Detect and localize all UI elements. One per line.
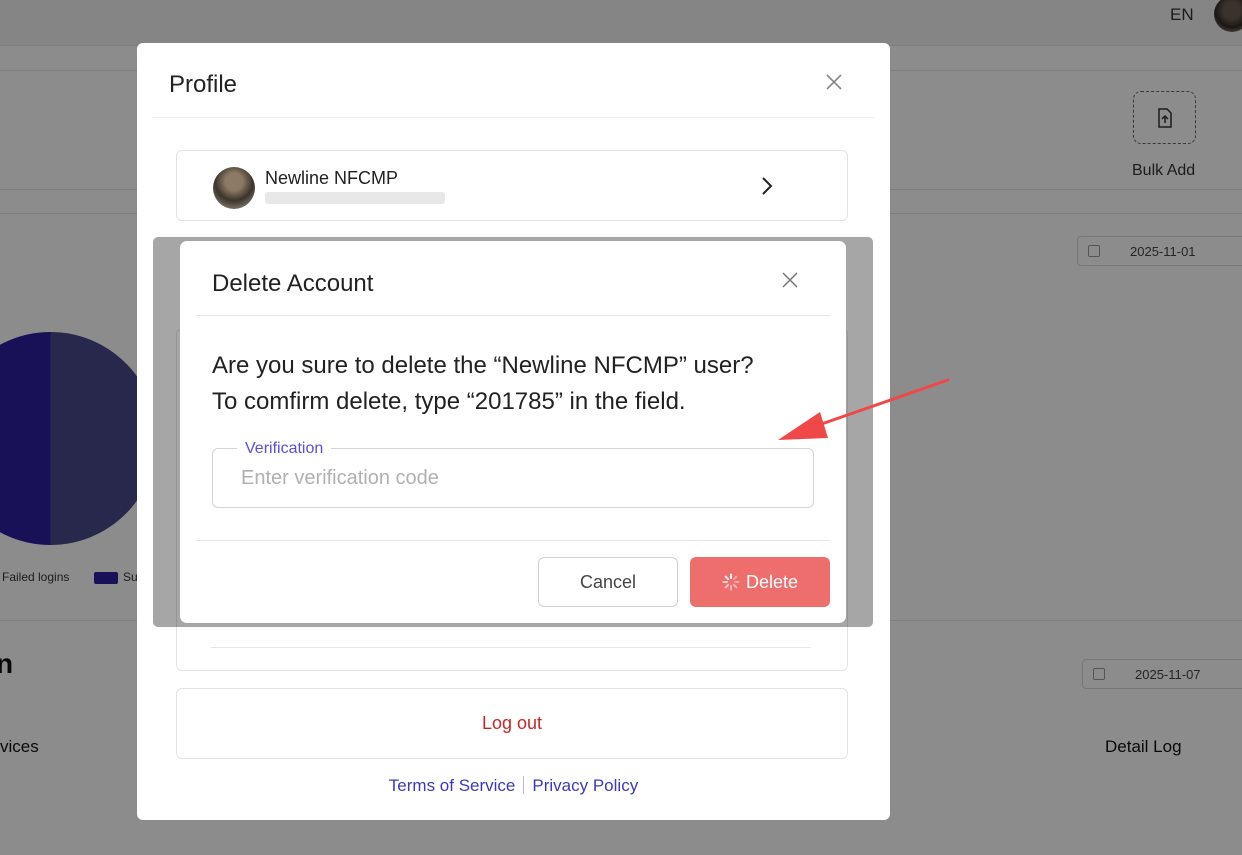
terms-of-service-link[interactable]: Terms of Service	[389, 776, 516, 795]
dialog-title: Delete Account	[212, 270, 374, 297]
delete-label: Delete	[745, 571, 799, 592]
avatar	[213, 167, 255, 209]
verification-field[interactable]: Verification	[212, 440, 814, 508]
verification-label: Verification	[237, 440, 332, 458]
user-email-redacted	[265, 192, 445, 204]
close-icon[interactable]	[780, 270, 800, 290]
footer-links: Terms of Service Privacy Policy	[137, 776, 890, 796]
link-separator	[523, 776, 525, 794]
cancel-button[interactable]: Cancel	[538, 557, 678, 607]
annotation-arrow	[778, 378, 950, 440]
divider	[196, 540, 830, 541]
confirmation-instruction: To comfirm delete, type “201785” in the …	[212, 388, 686, 415]
divider	[211, 647, 811, 648]
confirmation-message: Are you sure to delete the “Newline NFCM…	[212, 352, 754, 379]
user-name: Newline NFCMP	[265, 168, 399, 188]
divider	[196, 315, 830, 316]
delete-account-dialog: Delete Account Are you sure to delete th…	[180, 241, 846, 623]
close-icon[interactable]	[823, 71, 845, 93]
user-card[interactable]: Newline NFCMP	[176, 150, 848, 221]
logout-button[interactable]: Log out	[176, 688, 848, 759]
delete-button[interactable]: Delete	[690, 557, 830, 607]
profile-title: Profile	[169, 71, 238, 98]
chevron-right-icon	[762, 177, 773, 195]
privacy-policy-link[interactable]: Privacy Policy	[532, 776, 638, 795]
divider	[153, 117, 874, 118]
verification-input[interactable]	[241, 463, 801, 493]
logout-label: Log out	[481, 713, 543, 733]
spinner-icon	[722, 573, 740, 591]
